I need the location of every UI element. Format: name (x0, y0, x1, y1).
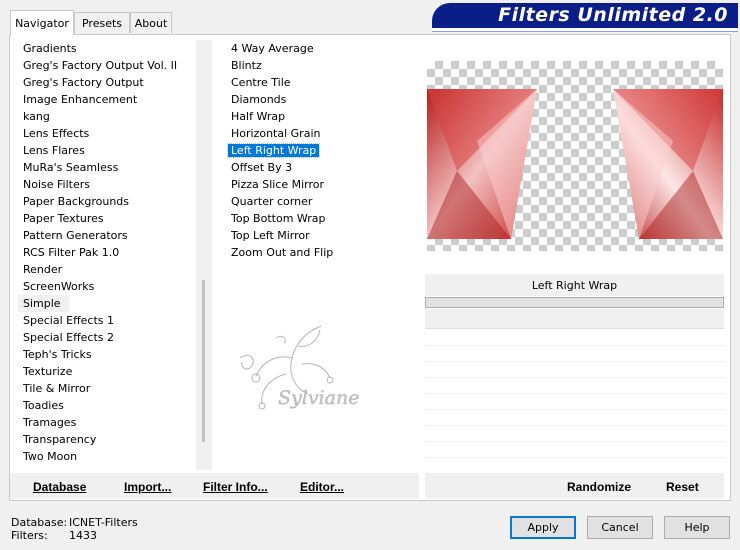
selected-filter-label: Left Right Wrap (425, 274, 724, 296)
category-item[interactable]: Special Effects 1 (18, 312, 196, 329)
category-item[interactable]: Toadies (18, 397, 196, 414)
category-item[interactable]: Teph's Tricks (18, 346, 196, 363)
selected-filter-name: Left Right Wrap (531, 278, 618, 292)
category-item[interactable]: Gradients (18, 40, 196, 57)
help-button[interactable]: Help (664, 516, 730, 539)
import-button[interactable]: Import... (124, 480, 171, 494)
editor-button[interactable]: Editor... (300, 480, 344, 494)
category-item[interactable]: kang (18, 108, 196, 125)
category-list[interactable]: Gradients Greg's Factory Output Vol. II Gr… (18, 40, 196, 470)
filter-item[interactable]: Zoom Out and Flip (226, 244, 418, 261)
category-item[interactable]: Greg's Factory Output (18, 74, 196, 91)
filter-preview (427, 61, 723, 251)
category-item[interactable]: ScreenWorks (18, 278, 196, 295)
category-item[interactable]: Image Enhancement (18, 91, 196, 108)
database-status-label: Database: (11, 516, 68, 529)
parameter-row-4 (425, 346, 724, 362)
watermark-text: Sylviane (278, 387, 359, 409)
category-scroll-thumb[interactable] (202, 280, 205, 442)
randomize-button[interactable]: Randomize (567, 480, 631, 494)
filter-item[interactable]: Top Left Mirror (226, 227, 418, 244)
filter-item[interactable]: Top Bottom Wrap (226, 210, 418, 227)
tab-presets[interactable]: Presets (74, 12, 130, 33)
apply-button[interactable]: Apply (510, 516, 576, 539)
category-item[interactable]: Paper Backgrounds (18, 193, 196, 210)
category-item[interactable]: Tramages (18, 414, 196, 431)
filter-item[interactable]: Horizontal Grain (226, 125, 418, 142)
category-item[interactable]: Transparency (18, 431, 196, 448)
filter-info-button[interactable]: Filter Info... (203, 480, 268, 494)
parameter-row-8 (425, 410, 724, 426)
category-item[interactable]: Texturize (18, 363, 196, 380)
app-title: Filters Unlimited 2.0 (498, 4, 728, 26)
parameter-row-7 (425, 394, 724, 410)
parameter-row-10 (425, 442, 724, 458)
title-banner: Filters Unlimited 2.0 (432, 3, 738, 28)
tab-navigator[interactable]: Navigator (10, 10, 74, 35)
filter-item[interactable]: Diamonds (226, 91, 418, 108)
preview-artwork (427, 89, 723, 239)
filter-item-selected[interactable]: Left Right Wrap (226, 142, 418, 159)
parameter-slider-2[interactable] (425, 309, 724, 329)
parameter-row-5 (425, 362, 724, 378)
database-button[interactable]: Database (33, 480, 86, 494)
category-item[interactable]: Special Effects 2 (18, 329, 196, 346)
category-item[interactable]: Greg's Factory Output Vol. II (18, 57, 196, 74)
category-item[interactable]: Tile & Mirror (18, 380, 196, 397)
category-item[interactable]: Paper Textures (18, 210, 196, 227)
parameter-row-3 (425, 330, 724, 346)
reset-button[interactable]: Reset (666, 480, 699, 494)
filter-item[interactable]: Offset By 3 (226, 159, 418, 176)
category-item-selected[interactable]: Simple (18, 295, 69, 312)
category-item[interactable]: Noise Filters (18, 176, 196, 193)
cancel-button[interactable]: Cancel (587, 516, 653, 539)
filter-item[interactable]: Quarter corner (226, 193, 418, 210)
database-status-value: ICNET-Filters (69, 516, 138, 529)
tab-about[interactable]: About (130, 12, 172, 33)
filter-item[interactable]: 4 Way Average (226, 40, 418, 57)
parameter-row-9 (425, 426, 724, 442)
filters-count-label: Filters: (11, 529, 48, 542)
category-item[interactable]: Render (18, 261, 196, 278)
parameter-row-6 (425, 378, 724, 394)
filter-item-selected-text[interactable]: Left Right Wrap (226, 143, 321, 158)
filter-item[interactable]: Pizza Slice Mirror (226, 176, 418, 193)
filter-item[interactable]: Half Wrap (226, 108, 418, 125)
category-item[interactable]: Lens Flares (18, 142, 196, 159)
category-item[interactable]: Two Moon (18, 448, 196, 465)
category-item[interactable]: RCS Filter Pak 1.0 (18, 244, 196, 261)
filters-count-value: 1433 (69, 529, 97, 542)
category-item[interactable]: Pattern Generators (18, 227, 196, 244)
category-item[interactable]: MuRa's Seamless (18, 159, 196, 176)
filter-item[interactable]: Blintz (226, 57, 418, 74)
parameter-slider-1[interactable] (425, 297, 724, 308)
category-item[interactable]: Lens Effects (18, 125, 196, 142)
sylviane-watermark: Sylviane (239, 325, 360, 410)
filter-item[interactable]: Centre Tile (226, 74, 418, 91)
category-scrollbar[interactable] (196, 40, 212, 470)
